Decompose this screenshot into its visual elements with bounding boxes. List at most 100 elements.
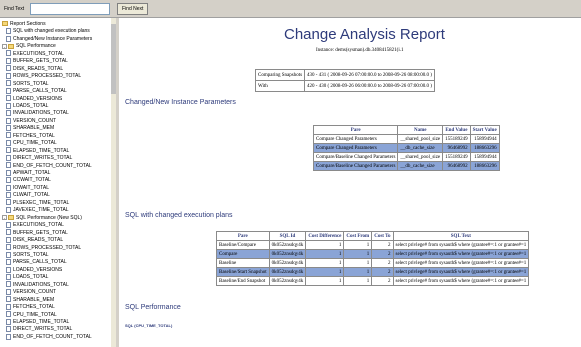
table-cell: select privlege# from sysauth$ where (gr… (392, 258, 530, 268)
table-cell: 1 (343, 258, 373, 268)
document-icon (6, 35, 11, 42)
tree-node-label: LOADED_VERSIONS (13, 266, 63, 273)
document-icon (6, 117, 11, 124)
tree-node-label: CCWAIT_TOTAL (13, 177, 51, 184)
table-row: Baseline/End Snapshot 0k052znsdqy4k 1 1 2 sel… (216, 276, 530, 286)
document-icon (6, 229, 11, 236)
tree-node-label: IOWAIT_TOTAL (13, 184, 50, 191)
instance-line: Instance: dems(sysman).db.3408415821(i.1 (316, 48, 404, 53)
table-cell: __shared_pool_size (397, 134, 444, 144)
document-icon (6, 57, 11, 64)
tree-node-label: LOADED_VERSIONS (13, 95, 63, 102)
plans-table: Pare SQL Id Cost Difference Cost From Cost T… (216, 231, 530, 286)
tree-node-label: JAVEXEC_TIME_TOTAL (13, 207, 69, 214)
tree-node-label: Changed/New Instance Parameters (13, 35, 93, 42)
table-row: Compare Changed Parameters __shared_pool_… (312, 134, 500, 144)
section-heading-performance: SQL Performance (125, 304, 181, 311)
table-cell: 1 (305, 267, 345, 277)
tree-node-label: VERSION_COUNT (13, 289, 57, 296)
document-icon (6, 296, 11, 303)
tree-node-label: VERSION_COUNT (13, 117, 57, 124)
report-title: Change Analysis Report (284, 26, 445, 43)
tree-node-label: SQL Performance (New SQL) (16, 214, 82, 221)
table-cell: 2 (371, 267, 394, 277)
table-row: Compare 0k052znsdqy4k 1 1 2 select privlege# … (216, 249, 530, 259)
table-header-row: Pare SQL Id Cost Difference Cost From Cost T… (216, 231, 530, 241)
document-icon (6, 87, 11, 94)
tree-node-label: EXECUTIONS_TOTAL (13, 50, 64, 57)
table-cell: 188663296 (469, 161, 500, 171)
tree-node-label: FETCHES_TOTAL (13, 304, 55, 311)
document-icon (6, 102, 11, 109)
tree-node-label: CPU_TIME_TOTAL (13, 311, 57, 318)
table-cell: 1 (343, 249, 373, 259)
column-header: SQL Id (268, 231, 307, 241)
document-icon (6, 169, 11, 176)
tree-node-label: BUFFER_GETS_TOTAL (13, 58, 68, 65)
document-icon (6, 311, 11, 318)
snapshot-label: With (254, 80, 306, 92)
table-cell: 155189249 (442, 152, 471, 162)
expand-toggle-icon[interactable]: - (2, 214, 7, 220)
tree-node-label: ELAPSED_TIME_TOTAL (13, 147, 70, 154)
report-sections-tree: Report Sections SQL with changed executio… (0, 18, 116, 347)
tree-node-label: CLWAIT_TOTAL (13, 192, 50, 199)
table-row: Baseline/Start Snapshot 0k052znsdqy4k 1 1 2 s… (216, 267, 530, 277)
document-icon (6, 236, 11, 243)
document-icon (6, 50, 11, 57)
tree-node[interactable]: END_OF_FETCH_COUNT_TOTAL (6, 333, 92, 341)
column-header: Start Value (469, 125, 500, 135)
table-cell: 0k052znsdqy4k (268, 276, 307, 286)
table-cell: Compare/Baseline Changed Parameters (312, 161, 399, 171)
table-cell: 1 (305, 249, 345, 259)
folder-icon (2, 21, 8, 27)
tree-node-label: SHARABLE_MEM (13, 125, 55, 132)
table-cell: select privlege# from sysauth$ where (gr… (392, 240, 530, 250)
document-icon (6, 303, 11, 310)
snapshot-label: Comparing Snapshots (254, 69, 306, 81)
table-cell: Compare Changed Parameters (312, 143, 399, 153)
column-header: Name (397, 125, 444, 135)
table-cell: Baseline (216, 258, 270, 268)
table-cell: 1 (305, 276, 345, 286)
section-heading-plans: SQL with changed execution plans (125, 212, 233, 219)
tree-node-label: END_OF_FETCH_COUNT_TOTAL (13, 333, 92, 340)
document-icon (6, 124, 11, 131)
table-cell: 2 (371, 276, 394, 286)
table-cell: Compare (216, 249, 270, 259)
table-row: Baseline/Compare 0k052znsdqy4k 1 1 2 select p… (216, 240, 530, 250)
table-cell: 0k052znsdqy4k (268, 240, 307, 250)
tree-node-label: SQL with changed execution plans (13, 28, 90, 35)
document-icon (6, 80, 11, 87)
table-row: Compare/Baseline Changed Parameters __db_… (312, 161, 500, 171)
table-row: Baseline 0k052znsdqy4k 1 1 2 select privlege#… (216, 258, 530, 268)
table-header-row: Pare Name End Value Start Value (312, 125, 500, 135)
find-next-button[interactable]: Find Next (117, 3, 149, 15)
table-cell: 158994944 (469, 152, 500, 162)
table-cell: 0k052znsdqy4k (268, 258, 307, 268)
document-icon (6, 259, 11, 266)
table-cell: Compare Changed Parameters (312, 134, 399, 144)
document-icon (6, 333, 11, 340)
expand-toggle-icon[interactable]: - (2, 43, 7, 49)
tree-node-label: INVALIDATIONS_TOTAL (13, 110, 69, 117)
document-icon (6, 244, 11, 251)
tree-node-label: PARSE_CALLS_TOTAL (13, 88, 67, 95)
table-cell: __db_cache_size (397, 161, 444, 171)
document-icon (6, 206, 11, 213)
document-icon (6, 199, 11, 206)
tree-node-label: ROWS_PROCESSED_TOTAL (13, 244, 82, 251)
tree-node-label: END_OF_FETCH_COUNT_TOTAL (13, 162, 92, 169)
document-icon (6, 72, 11, 79)
tree-node-label: LOADS_TOTAL (13, 102, 49, 109)
column-header: SQL Text (392, 231, 530, 241)
table-row: Comparing Snapshots 430 - 431 ( 2008-09-… (254, 69, 435, 81)
table-cell: 1 (305, 240, 345, 250)
column-header: Pare (312, 125, 399, 135)
document-icon (6, 147, 11, 154)
table-cell: 96468992 (442, 143, 471, 153)
tree-node-label: SQL Performance (16, 43, 56, 50)
section-heading-params: Changed/New Instance Parameters (125, 99, 236, 106)
find-input[interactable] (30, 3, 110, 15)
table-cell: select privlege# from sysauth$ where (gr… (392, 249, 530, 259)
